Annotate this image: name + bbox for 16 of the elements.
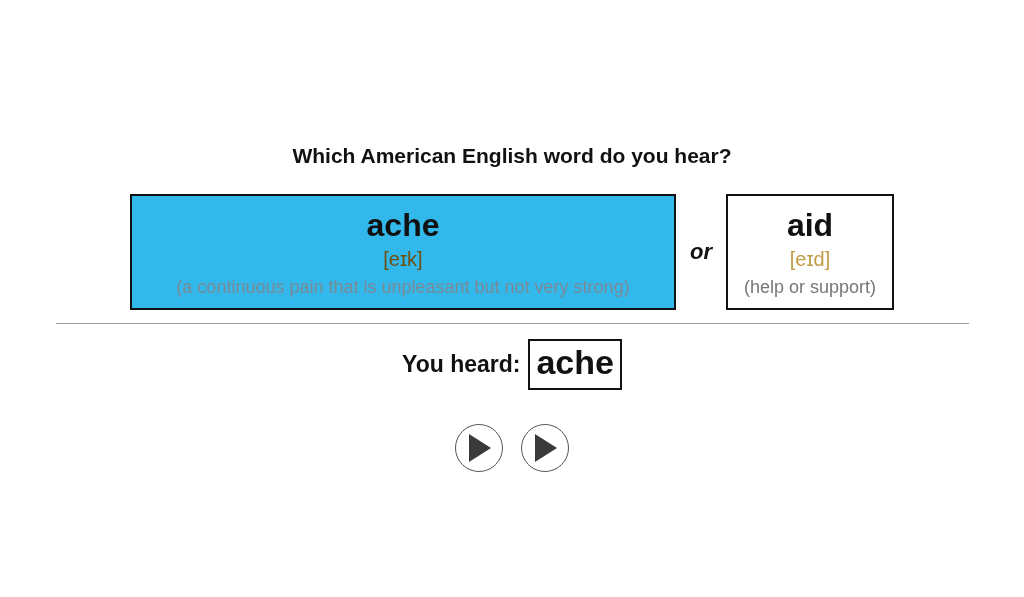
- answer-option[interactable]: ache [eɪk] (a continuous pain that is unpleasant but not very strong): [130, 194, 676, 310]
- definition-text: (a continuous pain that is unpleasant but not very strong): [176, 276, 630, 298]
- heard-label: You heard:: [402, 351, 521, 378]
- definition-text: (help or support): [743, 276, 877, 298]
- answer-option[interactable]: aid [eɪd] (help or support): [726, 194, 894, 310]
- play-button[interactable]: [455, 424, 503, 472]
- phonetic-text: [eɪd]: [789, 247, 831, 271]
- phonetic-text: [eɪk]: [383, 247, 423, 271]
- play-icon: [532, 433, 558, 463]
- heard-word: ache: [528, 339, 622, 390]
- or-text: or: [690, 239, 712, 265]
- option-word: aid: [786, 208, 834, 244]
- play-button[interactable]: [521, 424, 569, 472]
- question-text: Which American English word do you hear?: [292, 144, 732, 168]
- option-word: ache: [366, 208, 440, 244]
- play-icon: [466, 433, 492, 463]
